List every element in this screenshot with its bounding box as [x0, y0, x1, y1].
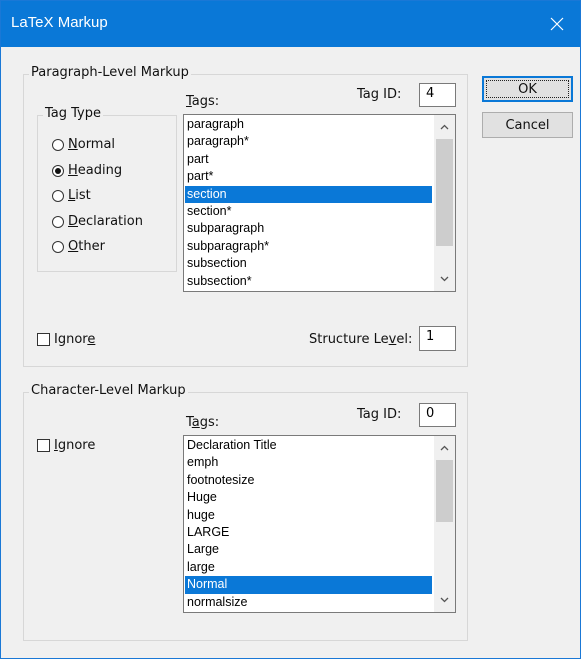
list-item[interactable]: subsection* — [185, 273, 432, 290]
list-item[interactable]: subsection — [185, 255, 432, 272]
radio-label: Other — [68, 239, 105, 254]
list-item[interactable]: huge — [185, 507, 432, 524]
character-tags-scrollbar[interactable] — [434, 436, 455, 612]
list-item[interactable]: Normal — [185, 576, 432, 594]
tag-type-label: Tag Type — [43, 106, 103, 121]
scroll-down-button[interactable] — [434, 269, 455, 289]
scroll-down-button[interactable] — [434, 590, 455, 610]
scroll-up-button[interactable] — [434, 438, 455, 458]
character-tags-listbox[interactable]: Declaration Title emph footnotesize Huge hug… — [183, 435, 456, 613]
list-item[interactable]: Huge — [185, 489, 432, 506]
paragraph-tag-id-label: Tag ID: — [357, 87, 402, 102]
window-title: LaTeX Markup — [11, 14, 108, 31]
ok-button[interactable]: OK — [482, 76, 573, 102]
paragraph-ignore-label: Ignore — [54, 332, 96, 347]
list-item[interactable]: section* — [185, 203, 432, 220]
list-item[interactable]: LARGE — [185, 524, 432, 541]
chevron-down-icon — [440, 597, 449, 603]
structure-level-label: Structure Level: — [309, 332, 413, 347]
list-item[interactable]: subparagraph* — [185, 238, 432, 255]
list-item[interactable]: normalsize — [185, 594, 432, 611]
paragraph-level-group-label: Paragraph-Level Markup — [29, 65, 191, 80]
paragraph-tags-list: paragraph paragraph* part part* section secti… — [185, 116, 432, 290]
character-tag-id-input[interactable]: 0 — [419, 403, 456, 427]
scroll-thumb[interactable] — [436, 139, 453, 246]
radio-label: List — [68, 188, 91, 203]
character-ignore-checkbox[interactable]: Ignore — [37, 438, 95, 453]
list-item[interactable]: emph — [185, 454, 432, 471]
scroll-up-button[interactable] — [434, 117, 455, 137]
chevron-down-icon — [440, 276, 449, 282]
character-tags-label: Tags: — [186, 415, 220, 430]
tag-type-radio-declaration[interactable]: Declaration — [52, 214, 143, 229]
scroll-thumb[interactable] — [436, 460, 453, 522]
dialog-window: LaTeX Markup OK Cancel Paragraph-Level M… — [0, 0, 581, 659]
list-item[interactable]: large — [185, 559, 432, 576]
paragraph-ignore-checkbox[interactable]: Ignore — [37, 332, 95, 347]
character-level-group-label: Character-Level Markup — [29, 383, 188, 398]
structure-level-input[interactable]: 1 — [419, 326, 456, 351]
tag-type-radio-normal[interactable]: Normal — [52, 137, 115, 152]
paragraph-tags-scrollbar[interactable] — [434, 115, 455, 291]
character-ignore-label: Ignore — [54, 438, 96, 453]
list-item[interactable]: paragraph — [185, 116, 432, 133]
tag-type-radio-other[interactable]: Other — [52, 239, 105, 254]
list-item[interactable]: paragraph* — [185, 133, 432, 150]
radio-label: Declaration — [68, 214, 143, 229]
paragraph-tags-label: Tags: — [186, 94, 220, 109]
list-item[interactable]: Large — [185, 541, 432, 558]
list-item[interactable]: part* — [185, 168, 432, 185]
title-bar: LaTeX Markup — [1, 1, 580, 47]
tag-type-radio-heading[interactable]: Heading — [52, 163, 122, 178]
paragraph-tags-listbox[interactable]: paragraph paragraph* part part* section secti… — [183, 114, 456, 292]
chevron-up-icon — [440, 124, 449, 130]
chevron-up-icon — [440, 445, 449, 451]
list-item[interactable]: part — [185, 151, 432, 168]
list-item[interactable]: Declaration Title — [185, 437, 432, 454]
close-icon — [550, 17, 564, 31]
cancel-button[interactable]: Cancel — [482, 112, 573, 138]
paragraph-tag-id-input[interactable]: 4 — [419, 83, 456, 107]
list-item[interactable]: section — [185, 185, 432, 203]
list-item[interactable]: subparagraph — [185, 220, 432, 237]
list-item[interactable]: footnotesize — [185, 472, 432, 489]
radio-label: Heading — [68, 163, 123, 178]
tag-type-radio-list[interactable]: List — [52, 188, 91, 203]
radio-label: Normal — [68, 137, 116, 152]
close-button[interactable] — [540, 7, 574, 41]
character-tags-list: Declaration Title emph footnotesize Huge hug… — [185, 437, 432, 611]
character-tag-id-label: Tag ID: — [357, 407, 402, 422]
